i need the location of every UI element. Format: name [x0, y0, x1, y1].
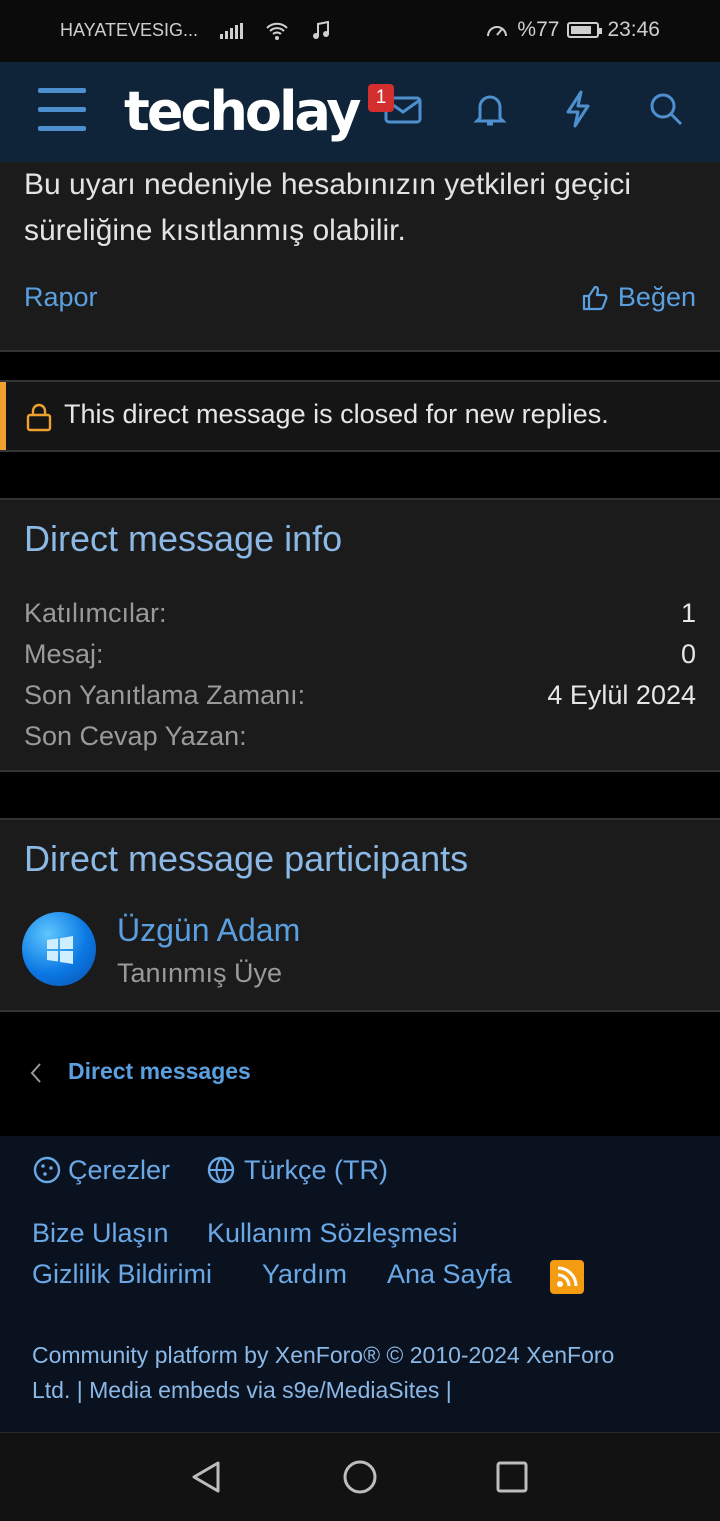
home-icon[interactable]	[342, 1459, 378, 1495]
search-icon[interactable]	[643, 86, 689, 132]
participants-panel: Direct message participants Üzgün Adam T…	[0, 818, 720, 1012]
bolt-icon[interactable]	[555, 86, 601, 132]
site-header: techolay	[0, 62, 720, 162]
windows-logo-icon	[47, 936, 73, 964]
like-label: Beğen	[617, 282, 696, 312]
clock: 23:46	[607, 18, 660, 41]
post-text: Bu uyarı nedeniyle hesabınızın yetkileri…	[24, 168, 632, 247]
info-row: Mesaj: 0	[24, 639, 696, 669]
copyright-line2[interactable]: Ltd. | Media embeds via s9e/MediaSites |	[32, 1373, 692, 1408]
language-link[interactable]: Türkçe (TR)	[244, 1155, 388, 1186]
info-row: Katılımcılar: 1	[24, 598, 696, 628]
battery-percent: %77	[517, 18, 560, 41]
post-block: Bu uyarı nedeniyle hesabınızın yetkileri…	[0, 162, 720, 352]
speed-icon	[487, 26, 508, 37]
info-panel: Direct message info Katılımcılar: 1 Mesa…	[0, 498, 720, 772]
signal-icon	[220, 22, 244, 39]
breadcrumb[interactable]: Direct messages	[68, 1058, 251, 1085]
rss-icon[interactable]	[550, 1260, 584, 1294]
status-bar: HAYATEVESIG... %77 23:46	[0, 0, 720, 62]
chevron-left-icon[interactable]	[28, 1062, 44, 1084]
copyright-line1[interactable]: Community platform by XenForo® © 2010-20…	[32, 1338, 692, 1373]
like-button[interactable]: Beğen	[580, 282, 696, 313]
info-row: Son Cevap Yazan:	[24, 721, 247, 751]
notification-badge[interactable]: 1	[368, 84, 394, 112]
help-link[interactable]: Yardım	[262, 1259, 347, 1290]
back-icon[interactable]	[188, 1459, 224, 1495]
menu-icon[interactable]	[38, 88, 86, 134]
bell-icon[interactable]	[467, 86, 513, 132]
contact-link[interactable]: Bize Ulaşın	[32, 1218, 169, 1249]
info-title: Direct message info	[24, 518, 343, 559]
participant-name[interactable]: Üzgün Adam	[117, 912, 300, 949]
closed-notice-text: This direct message is closed for new re…	[64, 399, 609, 429]
info-row: Son Yanıtlama Zamanı: 4 Eylül 2024	[24, 680, 696, 710]
copyright: Community platform by XenForo® © 2010-20…	[32, 1338, 692, 1408]
report-link[interactable]: Rapor	[24, 282, 98, 313]
cookies-link[interactable]: Çerezler	[68, 1155, 170, 1186]
closed-notice: This direct message is closed for new re…	[0, 380, 720, 452]
globe-icon	[207, 1156, 235, 1184]
cookie-icon	[33, 1156, 61, 1184]
participant-role: Tanınmış Üye	[117, 958, 283, 988]
system-nav-bar	[0, 1432, 720, 1521]
avatar[interactable]	[22, 912, 96, 986]
thumbs-up-icon	[582, 285, 608, 310]
participants-title: Direct message participants	[24, 838, 469, 879]
recents-icon[interactable]	[494, 1459, 530, 1495]
wifi-icon	[266, 22, 288, 40]
privacy-link[interactable]: Gizlilik Bildirimi	[32, 1259, 212, 1290]
music-icon	[313, 20, 330, 39]
home-link[interactable]: Ana Sayfa	[387, 1259, 512, 1290]
terms-link[interactable]: Kullanım Sözleşmesi	[207, 1218, 458, 1249]
carrier-name: HAYATEVESIG...	[60, 20, 199, 40]
battery-icon	[567, 22, 603, 38]
lock-icon	[26, 403, 52, 432]
site-logo[interactable]: techolay	[124, 80, 361, 143]
